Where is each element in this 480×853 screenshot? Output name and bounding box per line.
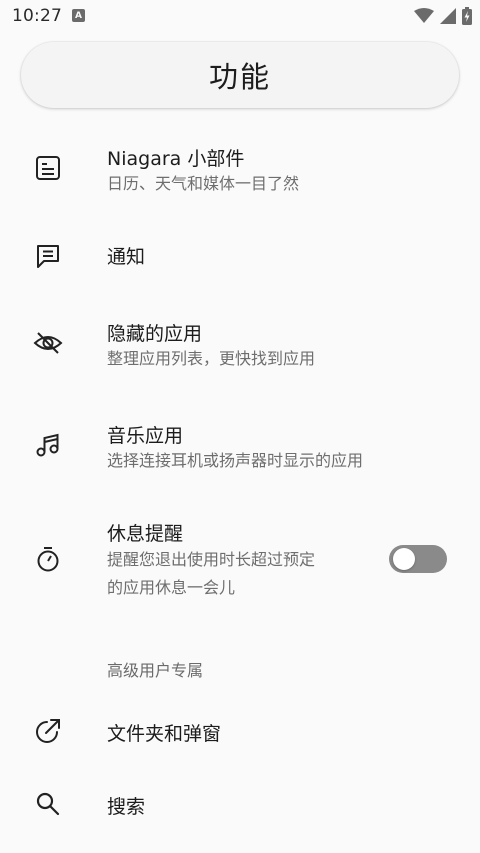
- notification-icon: [32, 240, 64, 272]
- notification-app-icon: A: [72, 9, 85, 22]
- list-item-label: 隐藏的应用: [107, 323, 203, 345]
- list-item-label: 文件夹和弹窗: [107, 723, 222, 745]
- battery-charging-icon: [462, 7, 472, 25]
- list-item-search[interactable]: 搜索: [0, 778, 480, 830]
- list-item-label: 搜索: [107, 796, 146, 818]
- page-title-bar: 功能: [21, 42, 459, 108]
- list-item-label: 休息提醒: [107, 523, 184, 545]
- widget-icon: [32, 152, 64, 184]
- list-item-subtitle-line1: 提醒您退出使用时长超过预定: [107, 550, 316, 569]
- list-item-break-reminder[interactable]: 休息提醒 提醒您退出使用时长超过预定 的应用休息一会儿: [0, 517, 480, 607]
- toggle-knob: [393, 548, 415, 570]
- list-item-subtitle-line2: 的应用休息一会儿: [107, 578, 236, 597]
- music-note-icon: [32, 429, 64, 461]
- status-time: 10:27: [12, 6, 62, 26]
- list-item-label: 通知: [107, 246, 146, 268]
- status-icons: [414, 6, 472, 26]
- list-item-label: Niagara 小部件: [107, 148, 245, 170]
- wifi-icon: [414, 8, 434, 24]
- eye-off-icon: [32, 327, 64, 359]
- section-header-advanced: 高级用户专属: [107, 661, 204, 680]
- list-item-folders-popups[interactable]: 文件夹和弹窗: [0, 705, 480, 757]
- list-item-niagara-widgets[interactable]: Niagara 小部件 日历、天气和媒体一目了然: [0, 140, 480, 200]
- status-bar: 10:27 A: [0, 0, 480, 34]
- external-link-icon: [32, 715, 64, 747]
- list-item-notifications[interactable]: 通知: [0, 230, 480, 282]
- break-reminder-toggle[interactable]: [389, 545, 447, 573]
- list-item-label: 音乐应用: [107, 425, 184, 447]
- list-item-subtitle: 日历、天气和媒体一目了然: [107, 174, 300, 193]
- list-item-hidden-apps[interactable]: 隐藏的应用 整理应用列表，更快找到应用: [0, 315, 480, 375]
- page-title: 功能: [208, 60, 271, 94]
- list-item-subtitle: 整理应用列表，更快找到应用: [107, 349, 316, 368]
- list-item-music-apps[interactable]: 音乐应用 选择连接耳机或扬声器时显示的应用: [0, 417, 480, 477]
- timer-icon: [32, 543, 64, 575]
- search-icon: [32, 788, 64, 820]
- list-item-subtitle: 选择连接耳机或扬声器时显示的应用: [107, 451, 364, 470]
- signal-icon: [440, 8, 456, 24]
